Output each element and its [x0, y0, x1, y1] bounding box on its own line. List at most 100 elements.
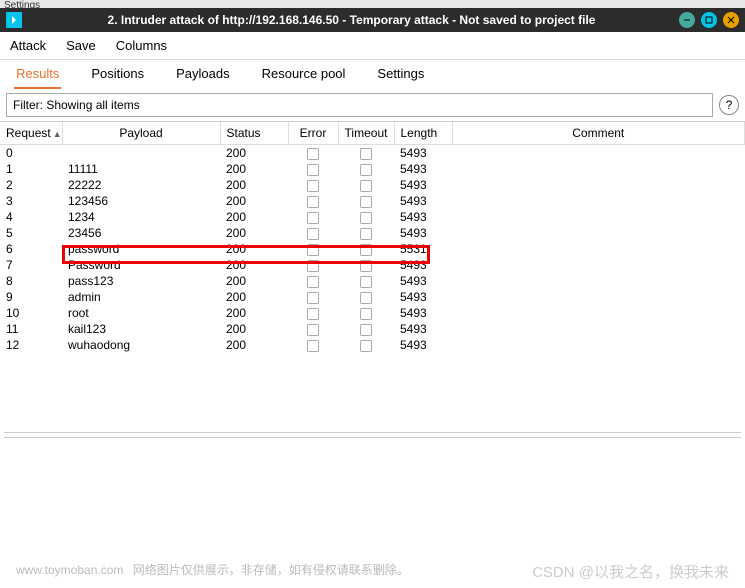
- tab-positions[interactable]: Positions: [89, 60, 146, 89]
- checkbox-icon: [307, 244, 319, 256]
- cell-length: 5493: [394, 321, 452, 337]
- cell-comment: [452, 241, 745, 257]
- cell-comment: [452, 257, 745, 273]
- cell-timeout: [338, 273, 394, 289]
- column-timeout[interactable]: Timeout: [338, 122, 394, 145]
- menu-attack[interactable]: Attack: [10, 38, 46, 53]
- column-status[interactable]: Status: [220, 122, 288, 145]
- watermark: www.toymoban.com 网络图片仅供展示，非存储，如有侵权请联系删除。…: [0, 561, 745, 582]
- split-divider[interactable]: [4, 432, 741, 438]
- cell-request: 1: [0, 161, 62, 177]
- checkbox-icon: [360, 324, 372, 336]
- cell-error: [288, 145, 338, 162]
- cell-comment: [452, 305, 745, 321]
- cell-status: 200: [220, 321, 288, 337]
- cell-error: [288, 177, 338, 193]
- table-row[interactable]: 9admin2005493: [0, 289, 745, 305]
- window-close-button[interactable]: [723, 12, 739, 28]
- cell-length: 5493: [394, 193, 452, 209]
- cell-payload: 22222: [62, 177, 220, 193]
- table-row[interactable]: 10root2005493: [0, 305, 745, 321]
- tab-settings[interactable]: Settings: [375, 60, 426, 89]
- cell-status: 200: [220, 257, 288, 273]
- checkbox-icon: [307, 164, 319, 176]
- cell-request: 7: [0, 257, 62, 273]
- cell-status: 200: [220, 337, 288, 353]
- table-row[interactable]: 1111112005493: [0, 161, 745, 177]
- cell-length: 5493: [394, 145, 452, 162]
- cell-payload: pass123: [62, 273, 220, 289]
- cell-payload: admin: [62, 289, 220, 305]
- cell-payload: [62, 145, 220, 162]
- table-row[interactable]: 8pass1232005493: [0, 273, 745, 289]
- help-button[interactable]: ?: [719, 95, 739, 115]
- cell-request: 9: [0, 289, 62, 305]
- checkbox-icon: [360, 244, 372, 256]
- checkbox-icon: [307, 324, 319, 336]
- window-minimize-button[interactable]: [679, 12, 695, 28]
- checkbox-icon: [360, 212, 372, 224]
- cell-comment: [452, 161, 745, 177]
- cell-status: 200: [220, 193, 288, 209]
- window-title: 2. Intruder attack of http://192.168.146…: [30, 13, 673, 27]
- menu-bar: Attack Save Columns: [0, 32, 745, 59]
- cell-error: [288, 321, 338, 337]
- cell-request: 3: [0, 193, 62, 209]
- table-row[interactable]: 412342005493: [0, 209, 745, 225]
- tab-payloads[interactable]: Payloads: [174, 60, 231, 89]
- cell-request: 10: [0, 305, 62, 321]
- table-row[interactable]: 5234562005493: [0, 225, 745, 241]
- column-payload[interactable]: Payload: [62, 122, 220, 145]
- checkbox-icon: [360, 292, 372, 304]
- cell-payload: password: [62, 241, 220, 257]
- cell-status: 200: [220, 145, 288, 162]
- cell-payload: 123456: [62, 193, 220, 209]
- table-row[interactable]: 3123456200 5493: [0, 193, 745, 209]
- cell-error: [288, 289, 338, 305]
- cell-error: [288, 337, 338, 353]
- cell-request: 6: [0, 241, 62, 257]
- cell-error: [288, 225, 338, 241]
- column-length[interactable]: Length: [394, 122, 452, 145]
- menu-save[interactable]: Save: [66, 38, 96, 53]
- checkbox-icon: [360, 180, 372, 192]
- table-row[interactable]: 0 200 5493: [0, 145, 745, 162]
- app-icon: [6, 12, 22, 28]
- watermark-domain: www.toymoban.com: [16, 563, 123, 577]
- cell-comment: [452, 193, 745, 209]
- results-table: Request▲ Payload Status Error Timeout Le…: [0, 121, 745, 353]
- window-maximize-button[interactable]: [701, 12, 717, 28]
- column-request[interactable]: Request▲: [0, 122, 62, 145]
- cell-status: 200: [220, 177, 288, 193]
- cell-request: 4: [0, 209, 62, 225]
- cell-timeout: [338, 241, 394, 257]
- filter-input[interactable]: Filter: Showing all items: [6, 93, 713, 117]
- tab-resource-pool[interactable]: Resource pool: [260, 60, 348, 89]
- column-error[interactable]: Error: [288, 122, 338, 145]
- cell-error: [288, 257, 338, 273]
- cell-error: [288, 209, 338, 225]
- cell-payload: 1234: [62, 209, 220, 225]
- watermark-csdn: CSDN @以我之名，换我未来: [532, 561, 729, 582]
- table-row[interactable]: 6password2005531: [0, 241, 745, 257]
- tab-results[interactable]: Results: [14, 60, 61, 89]
- cell-timeout: [338, 321, 394, 337]
- cell-payload: kail123: [62, 321, 220, 337]
- cell-request: 2: [0, 177, 62, 193]
- cell-request: 0: [0, 145, 62, 162]
- sort-asc-icon: ▲: [53, 129, 62, 139]
- cell-length: 5493: [394, 305, 452, 321]
- checkbox-icon: [360, 196, 372, 208]
- table-row[interactable]: 12wuhaodong2005493: [0, 337, 745, 353]
- menu-columns[interactable]: Columns: [116, 38, 167, 53]
- cell-comment: [452, 225, 745, 241]
- cell-length: 5493: [394, 209, 452, 225]
- table-row[interactable]: 7Password2005493: [0, 257, 745, 273]
- checkbox-icon: [360, 276, 372, 288]
- column-comment[interactable]: Comment: [452, 122, 745, 145]
- watermark-notice: 网络图片仅供展示，非存储，如有侵权请联系删除。: [133, 563, 409, 577]
- table-row[interactable]: 2222222005493: [0, 177, 745, 193]
- table-row[interactable]: 11kail1232005493: [0, 321, 745, 337]
- cell-timeout: [338, 193, 394, 209]
- cell-timeout: [338, 145, 394, 162]
